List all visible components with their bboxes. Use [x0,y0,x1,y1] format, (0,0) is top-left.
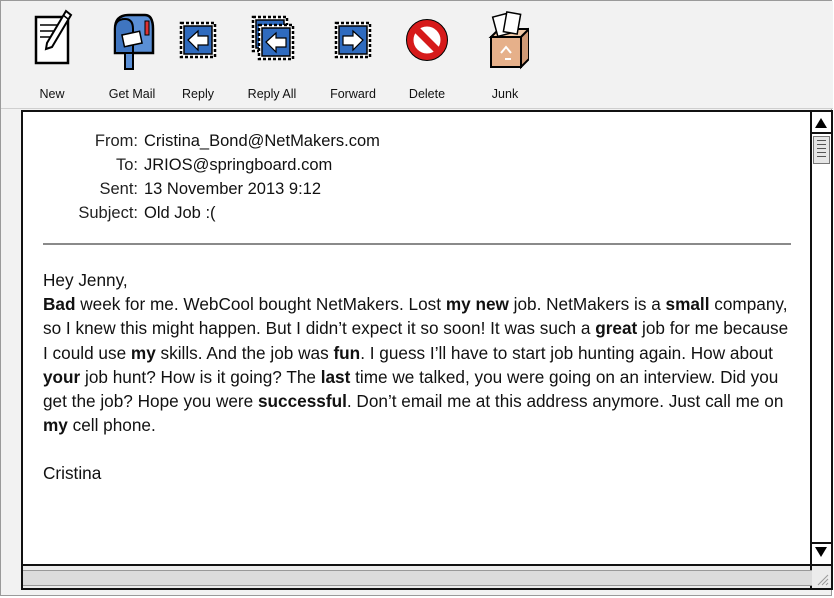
resize-grip-icon[interactable] [812,566,833,590]
body-bold-word: my [130,342,156,363]
delete-button[interactable]: Delete [401,7,453,103]
body-bold-word: great [595,318,638,339]
body-text-run: week for me. WebCool bought NetMakers. L… [75,294,446,315]
body-bold-word: last [320,366,351,387]
to-address[interactable]: JRIOS@springboard.com [144,156,332,175]
body-bold-word: my new [445,294,509,315]
sent-row: Sent: 13 November 2013 9:12 [43,180,643,204]
to-row: To: JRIOS@springboard.com [43,156,643,180]
body-text-run: job. NetMakers is a [508,294,666,315]
body-bold-word: successful [258,391,347,412]
sent-date: 13 November 2013 9:12 [144,180,322,198]
header-divider [43,243,791,245]
reply-label: Reply [182,87,214,101]
no-entry-icon [401,7,453,71]
scrollbar-divider [812,542,831,544]
body-bold-word: fun [333,342,361,363]
delete-label: Delete [408,87,446,101]
subject-label: Subject: [78,204,138,222]
subject-text: Old Job :( [144,204,216,222]
subject-row: Subject: Old Job :( [43,204,643,228]
recycle-bin-icon [477,7,533,71]
get-mail-button[interactable]: Get Mail [99,7,165,103]
toolbar: New Get Mail Reply Reply All Forward Del… [1,1,833,109]
message-body: Hey Jenny, Bad week for me. WebCool boug… [43,268,793,486]
sent-label: Sent: [99,180,138,198]
forward-label: Forward [330,87,376,101]
new-label: New [39,87,65,101]
body-text-run: . I guess I’ll have to start job hunting… [360,342,773,363]
from-address[interactable]: Cristina_Bond@NetMakers.com [144,132,380,151]
scroll-down-arrow-icon[interactable] [815,547,827,557]
junk-label: Junk [491,87,519,101]
get-mail-label: Get Mail [108,87,156,101]
horizontal-scrollbar[interactable] [21,566,812,590]
body-text-run: . Don’t email me at this address anymore… [346,391,784,412]
to-label: To: [115,156,138,174]
body-text-run: job hunt? How is it going? The [80,366,321,387]
reply-arrow-icon [171,7,225,71]
scrollbar-divider [812,132,831,134]
body-bold-word: small [665,294,710,315]
forward-arrow-icon [323,7,383,71]
horizontal-scroll-track[interactable] [23,570,812,586]
reply-button[interactable]: Reply [171,7,225,103]
body-bold-word: my [43,415,68,436]
from-label: From: [94,132,138,150]
pencil-notepad-icon [19,7,85,71]
reply-all-arrow-icon [239,7,305,71]
scroll-thumb[interactable] [813,136,830,164]
scroll-up-arrow-icon[interactable] [815,118,827,128]
greeting: Hey Jenny, [43,270,128,290]
from-row: From: Cristina_Bond@NetMakers.com [43,132,643,156]
body-text-run: skills. And the job was [155,342,334,363]
new-button[interactable]: New [19,7,85,103]
mailbox-icon [99,7,165,71]
body-bold-word: Bad [43,294,76,315]
junk-button[interactable]: Junk [477,7,533,103]
body-paragraph: Bad week for me. WebCool bought NetMaker… [43,292,793,437]
vertical-scrollbar[interactable] [812,110,833,566]
body-bold-word: your [43,366,81,387]
mail-window: New Get Mail Reply Reply All Forward Del… [0,0,833,596]
forward-button[interactable]: Forward [323,7,383,103]
reply-all-label: Reply All [247,87,297,101]
reply-all-button[interactable]: Reply All [239,7,305,103]
body-text-run: cell phone. [67,415,156,436]
signature: Cristina [43,463,102,484]
message-pane[interactable]: From: Cristina_Bond@NetMakers.com To: JR… [21,110,812,566]
